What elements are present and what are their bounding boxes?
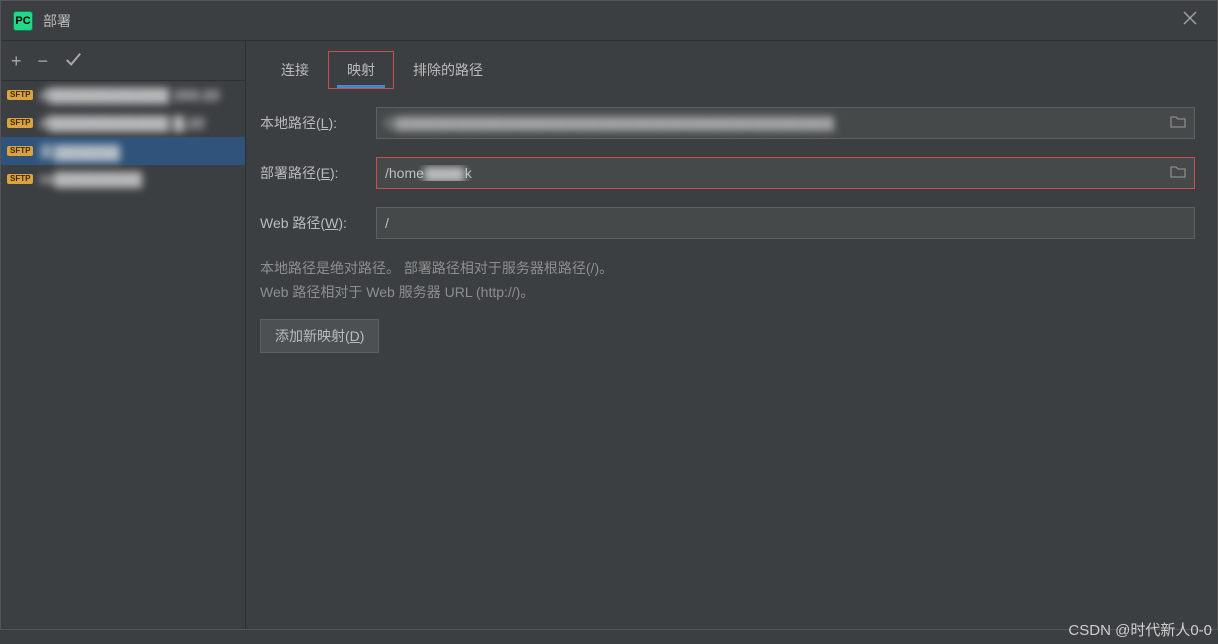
tab-connection[interactable]: 连接 [262, 51, 328, 89]
tab-mapping[interactable]: 映射 [328, 51, 394, 89]
apply-icon[interactable] [64, 50, 82, 71]
deploy-path-input[interactable]: /home▓▓▓▓k [376, 157, 1195, 189]
protocol-badge: SFTP [7, 146, 33, 156]
server-item[interactable]: SFTP d▓▓▓▓▓▓▓▓▓▓▓ ▓.22 [1, 109, 245, 137]
server-name: 实▓▓▓▓▓▓ [39, 141, 120, 162]
protocol-badge: SFTP [7, 90, 33, 100]
server-panel: + − SFTP d▓▓▓▓▓▓▓▓▓▓▓ 153:22 SFTP d▓▓▓▓▓▓▓▓… [1, 41, 246, 629]
window-title: 部署 [43, 11, 71, 31]
server-item[interactable]: SFTP ro▓▓▓▓▓▓▓▓ [1, 165, 245, 193]
tabs: 连接 映射 排除的路径 [246, 41, 1217, 89]
deploy-path-value: /home▓▓▓▓k [385, 165, 1170, 181]
server-name: ro▓▓▓▓▓▓▓▓ [39, 171, 141, 188]
watermark: CSDN @时代新人0-0 [1068, 619, 1212, 640]
tab-excluded[interactable]: 排除的路径 [394, 51, 502, 89]
local-path-value: C▓▓▓▓▓▓▓▓▓▓▓▓▓▓▓▓▓▓▓▓▓▓▓▓▓▓▓▓▓▓▓▓▓▓▓▓▓▓▓… [385, 115, 1170, 131]
web-path-label: Web 路径(W): [258, 213, 376, 233]
server-toolbar: + − [1, 41, 245, 81]
local-path-input[interactable]: C▓▓▓▓▓▓▓▓▓▓▓▓▓▓▓▓▓▓▓▓▓▓▓▓▓▓▓▓▓▓▓▓▓▓▓▓▓▓▓… [376, 107, 1195, 139]
server-list: SFTP d▓▓▓▓▓▓▓▓▓▓▓ 153:22 SFTP d▓▓▓▓▓▓▓▓▓▓▓ … [1, 81, 245, 629]
config-panel: 连接 映射 排除的路径 本地路径(L): C▓▓▓▓▓▓▓▓▓▓▓▓▓▓▓▓▓▓… [246, 41, 1217, 629]
server-name: d▓▓▓▓▓▓▓▓▓▓▓ ▓.22 [39, 115, 204, 132]
folder-icon[interactable] [1170, 115, 1186, 132]
server-item[interactable]: SFTP 实▓▓▓▓▓▓ [1, 137, 245, 165]
local-path-label: 本地路径(L): [258, 113, 376, 133]
web-path-input[interactable]: / [376, 207, 1195, 239]
close-icon[interactable] [1175, 7, 1205, 34]
app-icon: PC [13, 11, 33, 31]
title-bar: PC 部署 [1, 1, 1217, 41]
folder-icon[interactable] [1170, 165, 1186, 182]
protocol-badge: SFTP [7, 118, 33, 128]
server-item[interactable]: SFTP d▓▓▓▓▓▓▓▓▓▓▓ 153:22 [1, 81, 245, 109]
remove-server-button[interactable]: − [38, 52, 49, 70]
web-path-value: / [385, 215, 1186, 231]
deploy-path-label: 部署路径(E): [258, 163, 376, 183]
add-server-button[interactable]: + [11, 52, 22, 70]
server-name: d▓▓▓▓▓▓▓▓▓▓▓ 153:22 [39, 87, 219, 104]
protocol-badge: SFTP [7, 174, 33, 184]
add-mapping-button[interactable]: 添加新映射(D) [260, 319, 379, 353]
help-text: 本地路径是绝对路径。 部署路径相对于服务器根路径(/)。 Web 路径相对于 W… [260, 257, 1195, 305]
